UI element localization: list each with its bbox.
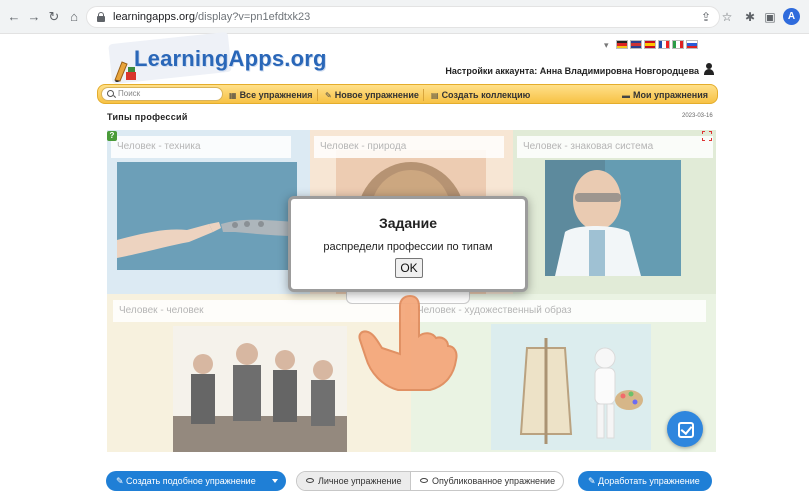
star-icon[interactable]: ☆ [719,9,735,25]
flag-it-icon [672,40,684,49]
menu-my-exercises[interactable]: ▬ Мои упражнения [622,88,708,102]
pencil-icon: ✎ [325,91,332,100]
account-settings-link[interactable]: Настройки аккаунта: Анна Владимировна Но… [445,66,699,76]
profile-avatar[interactable]: A [783,8,800,25]
browser-toolbar: ← → ↻ ⌂ learningapps.org/display?v=pn1ef… [0,0,809,34]
dialog-title: Задание [378,215,438,231]
flag-fr-icon [658,40,670,49]
help-icon[interactable]: ? [107,131,117,141]
main-menubar: Поиск ▦ Все упражнения ✎ Новое упражнение … [97,84,718,104]
share-icon[interactable]: ⇪ [698,9,714,25]
eye-icon [306,478,314,483]
ok-button[interactable]: OK [395,258,423,278]
task-dialog: Задание распредели профессии по типам OK [288,196,528,292]
flag-de-icon [616,40,628,49]
home-icon[interactable]: ⌂ [66,9,82,25]
logo-text: LearningApps.org [134,46,327,71]
language-flags[interactable] [616,40,698,49]
fullscreen-icon[interactable] [702,131,712,141]
improve-exercise-button[interactable]: ✎ Доработать упражнение [578,471,712,491]
folder-icon: ▬ [622,91,630,100]
menu-new-exercise[interactable]: ✎ Новое упражнение [325,88,419,102]
chevron-down-icon[interactable] [272,479,278,483]
page-title: Типы профессий [107,112,188,122]
back-icon[interactable]: ← [6,9,22,25]
flag-ru-icon [686,40,698,49]
reload-icon[interactable]: ↻ [46,9,62,25]
menu-create-collection[interactable]: ▤ Создать коллекцию [431,88,530,102]
visibility-toggle: Личное упражнение Опубликованное упражне… [296,471,564,491]
search-input[interactable]: Поиск [101,87,223,101]
flag-gb-icon [630,40,642,49]
dialog-text: распредели профессии по типам [323,241,493,253]
learningapps-logo[interactable]: LearningApps.org [104,31,326,85]
forward-icon[interactable]: → [26,9,42,25]
search-placeholder: Поиск [118,89,141,98]
create-similar-button[interactable]: ✎ Создать подобное упражнение [106,471,286,491]
collection-icon: ▤ [431,91,439,100]
language-dropdown[interactable]: ▾ [604,40,609,51]
personal-exercise-option[interactable]: Личное упражнение [297,472,411,490]
eye-icon [420,478,428,483]
lock-icon [97,12,105,22]
edit-icon: ✎ [116,476,127,486]
flag-es-icon [644,40,656,49]
url-text: learningapps.org/display?v=pn1efdtxk23 [113,11,311,23]
menu-all-exercises[interactable]: ▦ Все упражнения [229,88,313,102]
search-icon [107,90,116,99]
sidepanel-icon[interactable]: ▣ [762,9,778,25]
published-exercise-option[interactable]: Опубликованное упражнение [411,472,563,490]
user-icon[interactable] [703,63,715,75]
extensions-icon[interactable]: ✱ [742,9,758,25]
page-date: 2023-03-16 [682,113,713,119]
address-bar[interactable]: learningapps.org/display?v=pn1efdtxk23 [86,6,720,28]
check-answers-button[interactable] [667,411,703,447]
grid-icon: ▦ [229,91,237,100]
pencil-icon: ✎ [588,476,599,486]
hand-pointer-icon [358,294,458,391]
